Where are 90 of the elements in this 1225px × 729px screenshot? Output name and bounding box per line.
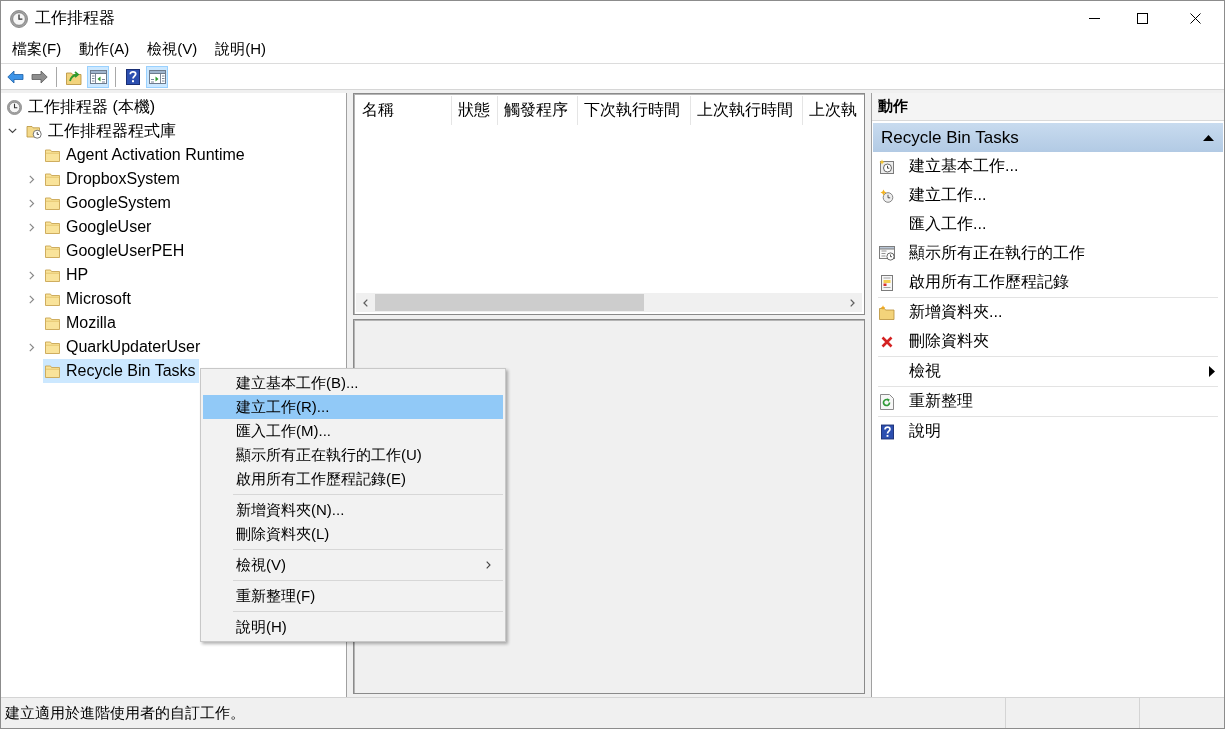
pane-right-icon: [148, 69, 166, 84]
horizontal-scrollbar[interactable]: [356, 293, 862, 312]
back-arrow-icon: [6, 69, 24, 84]
caret-right-icon[interactable]: [28, 222, 35, 232]
clock-icon: [7, 99, 22, 115]
refresh-icon: [880, 393, 894, 410]
triangle-right-icon: [1209, 366, 1215, 377]
chevron-right-icon: [850, 298, 855, 307]
scrollbar-thumb[interactable]: [375, 294, 644, 311]
menu-item[interactable]: 說明(H): [203, 615, 503, 639]
folder-icon: [45, 364, 60, 378]
minimize-icon: [1088, 18, 1100, 19]
chevron-left-icon: [363, 298, 368, 307]
action-item[interactable]: 建立基本工作...: [872, 152, 1224, 181]
action-item[interactable]: 刪除資料夾: [872, 327, 1224, 356]
section-header[interactable]: Recycle Bin Tasks: [873, 123, 1223, 152]
action-item[interactable]: 啟用所有工作歷程記錄: [872, 268, 1224, 297]
tree-item[interactable]: Agent Activation Runtime: [43, 143, 248, 167]
folder-icon: [45, 196, 60, 210]
tree-item[interactable]: GoogleUser: [43, 215, 155, 239]
menu-item[interactable]: 檔案(F): [3, 37, 71, 62]
action-item[interactable]: 建立工作...: [872, 181, 1224, 210]
tree-item[interactable]: Microsoft: [43, 287, 134, 311]
action-item[interactable]: 新增資料夾...: [872, 298, 1224, 327]
caret-right-icon[interactable]: [28, 342, 35, 352]
framed-clock-icon: [879, 158, 895, 175]
caret-down-icon[interactable]: [8, 128, 17, 134]
column-header[interactable]: 名稱: [356, 96, 452, 125]
tree-item[interactable]: 工作排程器程式庫: [24, 119, 179, 143]
column-header[interactable]: 上次執行時間: [691, 96, 803, 125]
column-header[interactable]: 狀態: [452, 96, 498, 125]
delete-icon: [881, 335, 893, 348]
folder-star-icon: [879, 305, 895, 320]
tree-item[interactable]: GoogleUserPEH: [43, 239, 188, 263]
chevron-right-icon: [486, 561, 491, 569]
menu-item[interactable]: 建立工作(R)...: [203, 395, 503, 419]
caret-right-icon[interactable]: [28, 294, 35, 304]
menu-item[interactable]: 重新整理(F): [203, 584, 503, 608]
menu-item[interactable]: 匯入工作(M)...: [203, 419, 503, 443]
close-icon: [1189, 13, 1201, 24]
folder-icon: [45, 172, 60, 186]
folder-clock-icon: [26, 123, 42, 139]
folder-icon: [45, 340, 60, 354]
status-text: 建立適用於進階使用者的自訂工作。: [4, 702, 246, 723]
column-header[interactable]: 下次執行時間: [578, 96, 691, 125]
action-pane-button[interactable]: [146, 65, 168, 88]
action-item[interactable]: 匯入工作...: [872, 210, 1224, 239]
folder-icon: [45, 292, 60, 306]
action-item[interactable]: 顯示所有正在執行的工作: [872, 239, 1224, 268]
pane-left-icon: [89, 69, 107, 84]
forward-arrow-icon: [30, 69, 48, 84]
menu-item[interactable]: 顯示所有正在執行的工作(U): [203, 443, 503, 467]
tree-item[interactable]: DropboxSystem: [43, 167, 183, 191]
menu-item[interactable]: 新增資料夾(N)...: [203, 498, 503, 522]
action-item[interactable]: 重新整理: [872, 387, 1224, 416]
help-icon: [880, 423, 894, 440]
pane-title: 動作: [872, 93, 1224, 121]
menu-item[interactable]: 刪除資料夾(L): [203, 522, 503, 546]
menu-item[interactable]: 檢視(V): [203, 553, 503, 577]
folder-icon: [45, 268, 60, 282]
folder-icon: [45, 316, 60, 330]
menu-item[interactable]: 說明(H): [206, 37, 275, 62]
tree-item[interactable]: QuarkUpdaterUser: [43, 335, 204, 359]
menu-item[interactable]: 啟用所有工作歷程記錄(E): [203, 467, 503, 491]
console-tree-button[interactable]: [87, 65, 109, 88]
clock-icon: [10, 9, 28, 28]
tree-item[interactable]: HP: [43, 263, 92, 287]
folder-arrow-icon: [66, 68, 82, 85]
tree-item[interactable]: Recycle Bin Tasks: [43, 359, 199, 383]
window-title: 工作排程器: [35, 8, 115, 28]
folder-icon: [45, 244, 60, 258]
caret-right-icon[interactable]: [28, 270, 35, 280]
caret-right-icon[interactable]: [28, 198, 35, 208]
maximize-icon: [1136, 13, 1148, 24]
folder-icon: [45, 220, 60, 234]
help-icon: [126, 68, 140, 85]
folder-icon: [45, 148, 60, 162]
tree-item[interactable]: GoogleSystem: [43, 191, 174, 215]
caret-right-icon[interactable]: [28, 174, 35, 184]
column-header[interactable]: 觸發程序: [498, 96, 578, 125]
menu-item[interactable]: 建立基本工作(B)...: [203, 371, 503, 395]
document-icon: [880, 274, 894, 291]
menu-item[interactable]: 檢視(V): [138, 37, 207, 62]
action-item[interactable]: 檢視: [872, 357, 1224, 386]
tree-item[interactable]: Mozilla: [43, 311, 119, 335]
tree-item[interactable]: 工作排程器 (本機): [5, 95, 159, 119]
menu-item[interactable]: 動作(A): [70, 37, 139, 62]
column-header[interactable]: 上次執: [803, 96, 862, 125]
window-clock-icon: [879, 246, 895, 261]
action-item[interactable]: 說明: [872, 417, 1224, 446]
